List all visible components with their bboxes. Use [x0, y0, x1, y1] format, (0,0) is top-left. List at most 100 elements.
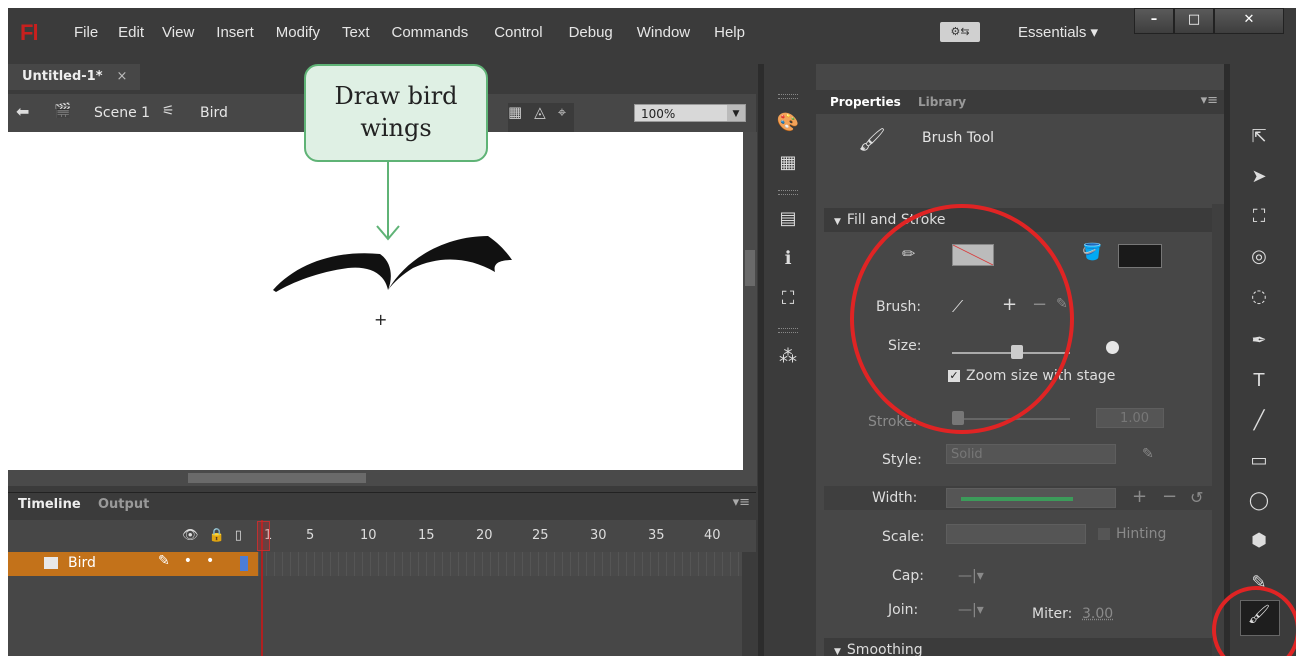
reset-width-icon[interactable]: ↺: [1190, 488, 1203, 507]
frame-number: 20: [476, 528, 493, 543]
symbol-breadcrumb[interactable]: Bird: [200, 105, 228, 121]
edit-style-pencil-icon[interactable]: ✎: [1142, 446, 1154, 462]
menu-view[interactable]: View: [162, 24, 194, 41]
layer-state-icons[interactable]: ✎••: [158, 553, 228, 569]
hinting-checkbox[interactable]: [1098, 528, 1110, 540]
subselection-tool-icon[interactable]: ➤: [1244, 166, 1274, 187]
callout-line-2: wings: [360, 114, 432, 142]
free-transform-tool-icon[interactable]: ⛶: [1244, 206, 1274, 227]
minimize-button[interactable]: –: [1134, 8, 1174, 34]
menu-debug[interactable]: Debug: [569, 24, 613, 41]
lasso-tool-icon[interactable]: ◌: [1244, 286, 1274, 307]
collapsed-panel-dock: 🎨 ▦ ▤ ℹ ⛶ ⁂: [764, 64, 812, 656]
swatches-icon[interactable]: ▦: [764, 152, 812, 173]
frame-number: 15: [418, 528, 435, 543]
zoom-select[interactable]: 100% ▼: [634, 104, 746, 122]
frame-number: 30: [590, 528, 607, 543]
scroll-thumb[interactable]: [745, 250, 755, 286]
playhead[interactable]: [257, 521, 270, 551]
section-smoothing[interactable]: ▼ Smoothing: [824, 638, 1214, 656]
pen-tool-icon[interactable]: ✒: [1244, 330, 1274, 351]
style-select[interactable]: Solid: [946, 444, 1116, 464]
maximize-button[interactable]: □: [1174, 8, 1214, 34]
registration-point-icon: +: [374, 310, 388, 329]
add-width-icon[interactable]: +: [1132, 486, 1147, 507]
stage-vertical-scrollbar[interactable]: [743, 132, 757, 470]
menu-file[interactable]: File: [74, 24, 98, 41]
frame-number: 5: [306, 528, 315, 543]
layer-visibility-icons[interactable]: 👁🔒▯: [182, 528, 252, 543]
tab-library[interactable]: Library: [918, 95, 966, 109]
cap-select[interactable]: —|▾: [958, 568, 984, 584]
timeline-header: Timeline Output ▾≡: [8, 492, 756, 517]
stage-artwork: [273, 156, 512, 292]
layer-outline-color-icon[interactable]: [240, 556, 248, 571]
scale-select[interactable]: [946, 524, 1086, 544]
tab-properties[interactable]: Properties: [830, 95, 901, 109]
info-icon[interactable]: ℹ: [764, 248, 812, 269]
dock-grip[interactable]: [778, 190, 798, 195]
workspace-switcher[interactable]: Essentials ▾: [1018, 23, 1098, 41]
menu-control[interactable]: Control: [494, 24, 542, 41]
layer-row-bird[interactable]: Bird ✎••: [8, 552, 258, 576]
close-button[interactable]: ✕: [1214, 8, 1284, 34]
text-tool-icon[interactable]: T: [1244, 370, 1274, 391]
flash-window: Fl File Edit View Insert Modify Text Com…: [8, 8, 1296, 656]
brush-tool-icon: 🖌: [858, 128, 886, 153]
polystar-tool-icon[interactable]: ⬢: [1244, 530, 1274, 551]
panel-menu-icon[interactable]: ▾≡: [1201, 93, 1218, 108]
document-tab[interactable]: Untitled-1* ×: [8, 64, 140, 90]
back-arrow-icon[interactable]: ⬅: [16, 102, 29, 121]
join-label: Join:: [888, 602, 919, 618]
properties-scrollbar[interactable]: [1212, 204, 1224, 656]
frame-number: 35: [648, 528, 665, 543]
components-icon[interactable]: ⁂: [764, 346, 812, 367]
line-tool-icon[interactable]: ╱: [1244, 410, 1274, 431]
stroke-value-field[interactable]: 1.00: [1096, 408, 1164, 428]
menu-list: File Edit View Insert Modify Text Comman…: [74, 24, 745, 41]
stage-horizontal-scrollbar[interactable]: [8, 470, 757, 486]
menu-edit[interactable]: Edit: [118, 24, 144, 41]
tab-output[interactable]: Output: [98, 497, 149, 512]
tools-panel: ⇱ ➤ ⛶ ◎ ◌ ✒ T ╱ ▭ ◯ ⬢ ✎ 🖌: [1230, 64, 1296, 656]
layer-frames[interactable]: [258, 552, 742, 576]
transform-icon[interactable]: ⛶: [764, 288, 812, 309]
tab-timeline[interactable]: Timeline: [18, 497, 81, 512]
bird-wing-right: [388, 236, 512, 290]
miter-value[interactable]: 3.00: [1082, 606, 1113, 622]
sync-settings-button[interactable]: ⚙⇆: [940, 22, 980, 42]
menu-text[interactable]: Text: [342, 24, 370, 41]
fill-color-swatch[interactable]: [1118, 244, 1162, 268]
section-smoothing-label: Smoothing: [846, 642, 923, 656]
align-icon[interactable]: ▤: [764, 208, 812, 229]
timeline-empty-area: [8, 576, 742, 656]
color-palette-icon[interactable]: 🎨: [764, 112, 812, 133]
app-logo: Fl: [20, 20, 39, 45]
3d-rotation-tool-icon[interactable]: ◎: [1244, 246, 1274, 267]
selection-tool-icon[interactable]: ⇱: [1244, 126, 1274, 147]
menu-modify[interactable]: Modify: [276, 24, 320, 41]
width-select[interactable]: [946, 488, 1116, 508]
menu-commands[interactable]: Commands: [392, 24, 469, 41]
menu-help[interactable]: Help: [714, 24, 745, 41]
hinting-label: Hinting: [1116, 526, 1167, 542]
chevron-down-icon: ▼: [834, 647, 841, 656]
stage[interactable]: +: [8, 132, 743, 470]
rectangle-tool-icon[interactable]: ▭: [1244, 450, 1274, 471]
scene-breadcrumb[interactable]: Scene 1: [94, 105, 150, 121]
oval-tool-icon[interactable]: ◯: [1244, 490, 1274, 511]
join-select[interactable]: —|▾: [958, 602, 984, 618]
dock-grip[interactable]: [778, 94, 798, 99]
style-label: Style:: [882, 452, 922, 468]
scroll-thumb[interactable]: [188, 473, 366, 483]
menu-window[interactable]: Window: [637, 24, 690, 41]
close-tab-icon[interactable]: ×: [117, 69, 128, 84]
menu-insert[interactable]: Insert: [216, 24, 254, 41]
panel-menu-icon[interactable]: ▾≡: [733, 495, 750, 510]
fill-bucket-icon: 🪣: [1082, 242, 1102, 261]
brush-tool-icon: 🖌: [1247, 604, 1271, 625]
document-tab-label: Untitled-1*: [22, 69, 103, 84]
frame-number: 40: [704, 528, 721, 543]
remove-width-icon[interactable]: −: [1162, 486, 1177, 507]
dock-grip[interactable]: [778, 328, 798, 333]
